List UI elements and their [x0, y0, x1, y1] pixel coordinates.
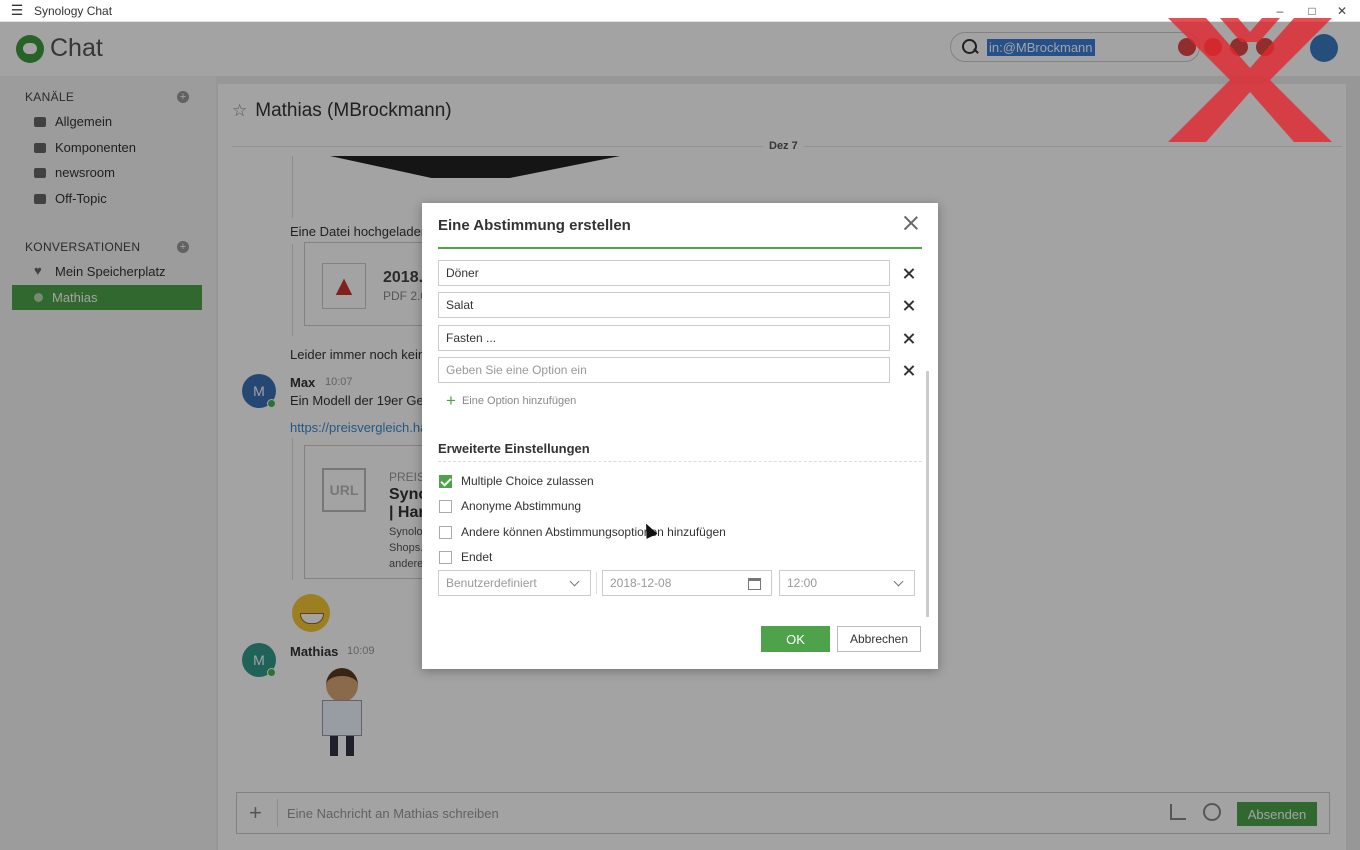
multiple-choice-checkbox[interactable] — [439, 474, 452, 488]
checkbox-label: Andere können Abstimmungsoptionen hinzuf… — [461, 525, 726, 539]
dialog-scrollbar[interactable] — [926, 371, 929, 617]
ok-button[interactable]: OK — [761, 626, 830, 652]
watermark-logo — [1168, 18, 1332, 142]
chevron-down-icon — [569, 576, 580, 587]
checkbox-label: Endet — [461, 550, 493, 564]
ends-checkbox-row[interactable]: Endet — [439, 550, 492, 564]
remove-option-icon[interactable] — [903, 333, 915, 345]
remove-option-icon[interactable] — [903, 300, 915, 312]
advanced-settings-title: Erweiterte Einstellungen — [438, 441, 590, 456]
poll-option-input[interactable] — [438, 292, 890, 318]
dialog-title: Eine Abstimmung erstellen — [438, 217, 631, 234]
others-add-options-checkbox[interactable] — [439, 525, 452, 539]
poll-dialog: Eine Abstimmung erstellen + Eine Option … — [422, 203, 938, 669]
end-mode-value: Benutzerdefiniert — [446, 576, 537, 590]
advanced-settings-divider — [438, 461, 922, 462]
poll-option-input[interactable] — [438, 325, 890, 351]
add-option-button[interactable]: + Eine Option hinzufügen — [446, 391, 577, 410]
hamburger-menu-icon[interactable]: ☰ — [0, 2, 34, 19]
others-add-options-checkbox-row[interactable]: Andere können Abstimmungsoptionen hinzuf… — [439, 525, 726, 539]
cancel-button[interactable]: Abbrechen — [837, 626, 921, 652]
end-date-value: 2018-12-08 — [610, 576, 672, 590]
add-option-label: Eine Option hinzufügen — [461, 395, 577, 407]
plus-icon: + — [446, 391, 456, 410]
multiple-choice-checkbox-row[interactable]: Multiple Choice zulassen — [439, 474, 594, 488]
remove-option-icon[interactable] — [903, 365, 915, 377]
ends-checkbox[interactable] — [439, 550, 452, 564]
anonymous-checkbox-row[interactable]: Anonyme Abstimmung — [439, 499, 581, 513]
app-title: Synology Chat — [34, 3, 113, 18]
end-time-select[interactable]: 12:00 — [779, 570, 915, 596]
poll-option-input[interactable] — [438, 260, 890, 286]
checkbox-label: Multiple Choice zulassen — [461, 474, 594, 488]
close-icon[interactable] — [903, 215, 919, 231]
calendar-icon[interactable] — [748, 578, 761, 590]
end-mode-select[interactable]: Benutzerdefiniert — [438, 570, 591, 596]
field-separator — [596, 572, 597, 594]
end-time-value: 12:00 — [787, 576, 818, 590]
chevron-down-icon — [893, 576, 904, 587]
anonymous-checkbox[interactable] — [439, 499, 452, 513]
end-date-field[interactable]: 2018-12-08 — [602, 570, 772, 596]
dialog-title-underline — [438, 247, 922, 249]
checkbox-label: Anonyme Abstimmung — [461, 499, 582, 513]
window-titlebar: ☰ Synology Chat – □ ✕ — [0, 0, 1360, 22]
remove-option-icon[interactable] — [903, 268, 915, 280]
new-poll-option-input[interactable] — [438, 357, 890, 383]
